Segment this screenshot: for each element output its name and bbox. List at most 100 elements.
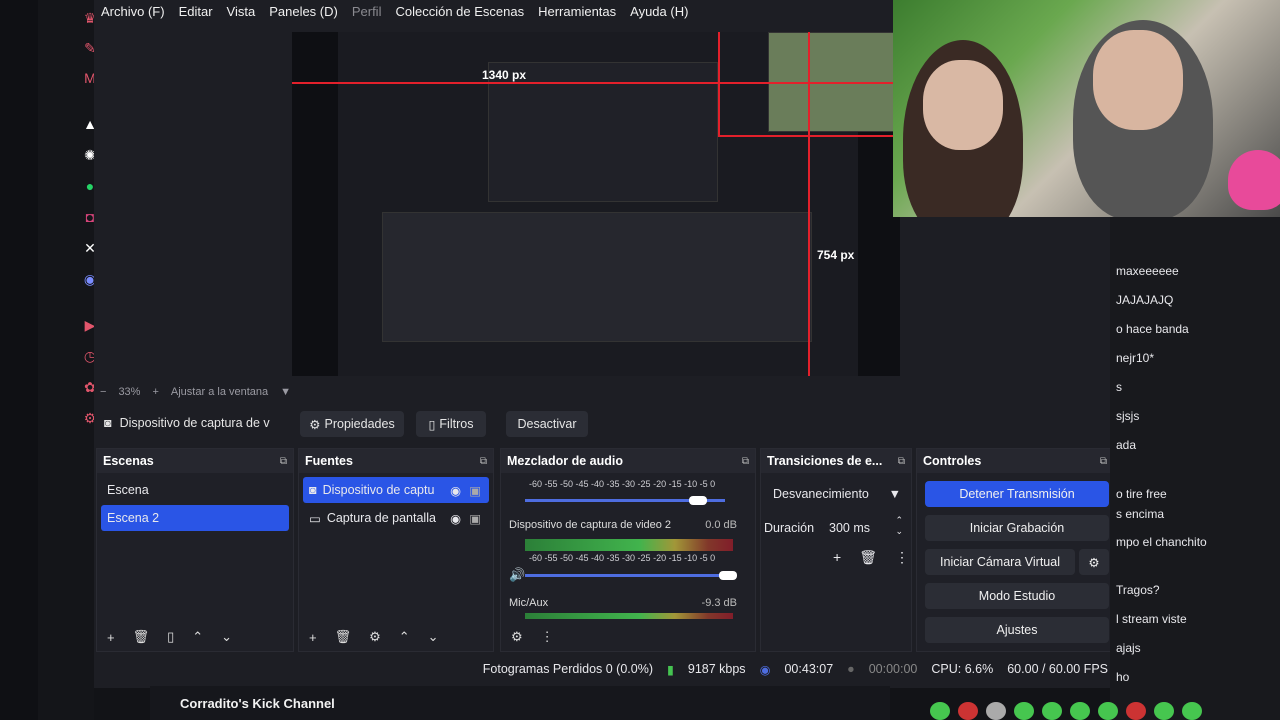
zoom-bar: − 33% + Ajustar a la ventana ▼ <box>100 382 520 402</box>
menu-scene-collection[interactable]: Colección de Escenas <box>388 4 531 19</box>
duration-label: Duración <box>764 521 815 535</box>
menu-file[interactable]: Archivo (F) <box>94 4 172 19</box>
channel-name: Mic/Aux <box>509 597 549 609</box>
sources-dock: Fuentes ⧉ ◙ Dispositivo de captu ◉ ▣ ▭ Ca… <box>298 448 494 652</box>
chevron-down-icon: ▼ <box>888 487 901 501</box>
filters-button[interactable]: ▯ Filtros <box>416 411 486 437</box>
gear-icon: ⚙ <box>309 417 321 432</box>
menu-help[interactable]: Ayuda (H) <box>623 4 695 19</box>
controls-title: Controles <box>923 454 982 468</box>
float-dock-icon[interactable]: ⧉ <box>898 456 905 467</box>
float-dock-icon[interactable]: ⧉ <box>1100 456 1107 467</box>
sidebar: ♛ ✎ M ▲ ✺ ● ◘ ✕ ◉ ▶ ◷ ✿ ⚙ <box>38 0 97 720</box>
menu-docks[interactable]: Paneles (D) <box>262 4 345 19</box>
nested-docks <box>382 212 812 342</box>
emote-icon[interactable] <box>1126 702 1146 720</box>
add-icon[interactable]: + <box>833 549 841 566</box>
float-dock-icon[interactable]: ⧉ <box>280 456 287 467</box>
source-item[interactable]: ▭ Captura de pantalla ◉ ▣ <box>303 505 489 531</box>
trash-icon[interactable]: 🗑 <box>859 549 877 566</box>
height-guide <box>808 32 810 376</box>
scenes-title: Escenas <box>103 454 154 468</box>
fit-window[interactable]: Ajustar a la ventana <box>171 386 268 398</box>
studio-mode-button[interactable]: Modo Estudio <box>925 583 1109 609</box>
stop-stream-button[interactable]: Detener Transmisión <box>925 481 1109 507</box>
duration-input[interactable]: 300 ms <box>829 521 870 535</box>
settings-button[interactable]: Ajustes <box>925 617 1109 643</box>
status-bar: Fotogramas Perdidos 0 (0.0%) ▮ 9187 kbps… <box>94 656 1118 682</box>
chevron-down-icon[interactable]: ⌄ <box>428 629 439 645</box>
filter-icon: ▯ <box>428 417 436 432</box>
chat-message: sjsjs <box>1116 409 1140 423</box>
mixer-title: Mezclador de audio <box>507 454 623 468</box>
bitrate: 9187 kbps <box>687 662 746 676</box>
scene-item[interactable]: Escena 2 <box>101 505 289 531</box>
audio-meter <box>525 539 733 551</box>
emote-icon[interactable] <box>1014 702 1034 720</box>
channel-name: Corradito's Kick Channel <box>180 695 335 711</box>
transition-select[interactable]: Desvanecimiento ▼ <box>767 481 907 507</box>
gear-icon[interactable]: ⚙ <box>1079 549 1109 575</box>
chat-message: o hace banda <box>1116 322 1189 336</box>
stepper-icon[interactable]: ⌃ ⌄ <box>895 515 903 537</box>
channel-db: 0.0 dB <box>705 519 737 531</box>
virtual-cam-button[interactable]: Iniciar Cámara Virtual <box>925 549 1075 575</box>
lock-icon[interactable]: ▣ <box>469 483 481 498</box>
stream-time: 00:43:07 <box>784 662 834 676</box>
lock-icon[interactable]: ▣ <box>469 511 481 526</box>
properties-label: Propiedades <box>324 417 395 431</box>
start-recording-button[interactable]: Iniciar Grabación <box>925 515 1109 541</box>
zoom-out-icon[interactable]: − <box>100 386 106 398</box>
volume-knob[interactable] <box>689 496 707 505</box>
emote-icon[interactable] <box>1154 702 1174 720</box>
more-icon[interactable]: ⋮ <box>895 549 909 566</box>
source-item[interactable]: ◙ Dispositivo de captu ◉ ▣ <box>303 477 489 503</box>
chevron-up-icon[interactable]: ⌃ <box>399 629 410 645</box>
signal-icon: ▮ <box>666 662 674 677</box>
filter-icon[interactable]: ▯ <box>167 629 174 645</box>
gear-icon[interactable]: ⚙ <box>511 629 523 645</box>
volume-slider[interactable] <box>525 574 725 577</box>
scene-item[interactable]: Escena <box>101 477 289 503</box>
speaker-icon[interactable]: 🔊 <box>509 567 525 583</box>
chevron-down-icon[interactable]: ▼ <box>280 386 291 398</box>
emote-bar <box>930 702 1220 720</box>
trash-icon[interactable]: 🗑 <box>133 629 150 645</box>
deactivate-button[interactable]: Desactivar <box>506 411 588 437</box>
add-icon[interactable]: + <box>309 630 317 645</box>
emote-icon[interactable] <box>958 702 978 720</box>
pink-object <box>1228 150 1280 210</box>
emote-icon[interactable] <box>1182 702 1202 720</box>
app-rail <box>0 0 38 720</box>
eye-icon[interactable]: ◉ <box>450 511 461 526</box>
chat-message: ajajs <box>1116 641 1141 655</box>
menu-edit[interactable]: Editar <box>172 4 220 19</box>
chat-message: maxeeeeee <box>1116 264 1179 278</box>
eye-icon[interactable]: ◉ <box>450 483 461 498</box>
volume-knob[interactable] <box>719 571 737 580</box>
zoom-in-icon[interactable]: + <box>152 386 158 398</box>
chat-message: nejr10* <box>1116 351 1155 365</box>
properties-button[interactable]: ⚙ Propiedades <box>300 411 404 437</box>
trash-icon[interactable]: 🗑 <box>335 629 352 645</box>
emote-icon[interactable] <box>986 702 1006 720</box>
menu-profile[interactable]: Perfil <box>345 4 389 19</box>
emote-icon[interactable] <box>1070 702 1090 720</box>
emote-icon[interactable] <box>930 702 950 720</box>
webcam-feed <box>893 0 1280 217</box>
more-icon[interactable]: ⋮ <box>541 629 554 645</box>
float-dock-icon[interactable]: ⧉ <box>480 456 487 467</box>
zoom-level: 33% <box>118 386 141 398</box>
source-toolbar: ◙ Dispositivo de captura de v ⚙ Propieda… <box>94 408 1118 440</box>
add-icon[interactable]: + <box>107 630 115 645</box>
emote-icon[interactable] <box>1042 702 1062 720</box>
preview-canvas[interactable]: 1340 px 754 px <box>292 32 900 376</box>
chevron-down-icon[interactable]: ⌄ <box>221 629 232 645</box>
chevron-up-icon[interactable]: ⌃ <box>192 629 203 645</box>
chat-message: s encima <box>1116 507 1165 521</box>
gear-icon[interactable]: ⚙ <box>369 629 381 645</box>
float-dock-icon[interactable]: ⧉ <box>742 456 749 467</box>
menu-tools[interactable]: Herramientas <box>531 4 623 19</box>
emote-icon[interactable] <box>1098 702 1118 720</box>
menu-view[interactable]: Vista <box>220 4 263 19</box>
